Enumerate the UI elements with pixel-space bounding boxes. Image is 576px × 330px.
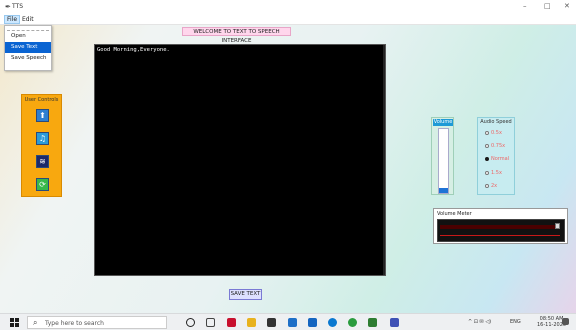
volume-fill [439,187,448,193]
upload-button[interactable]: ⬆ [36,109,49,122]
speed-option-2x[interactable]: 2x [485,181,497,190]
volume-title: Volume [433,119,453,126]
chrome-icon[interactable] [348,318,357,327]
volume-slider[interactable] [438,128,449,194]
tray-icons[interactable]: ^ ⊡ ✉ ◁) [468,319,491,325]
editor-text[interactable]: Good Morning,Everyone. [97,47,170,53]
file-explorer-icon[interactable] [247,318,256,327]
radio-icon[interactable] [485,143,489,148]
user-controls-title: User Controls [24,97,59,103]
refresh-icon: ⟳ [39,179,46,189]
volume-meter-title: Volume Meter [437,211,472,217]
menu-save-text[interactable]: Save Text [5,42,51,53]
maximize-button[interactable]: □ [544,2,551,10]
text-editor[interactable]: Good Morning,Everyone. [94,44,386,276]
volume-meter-track [440,235,560,236]
speak-icon: ♫ [38,133,47,143]
cortana-icon[interactable] [186,318,195,327]
menu-open[interactable]: Open [5,31,51,42]
speed-option-normal[interactable]: Normal [485,154,509,163]
user-controls-panel: User Controls ⬆ ♫ ≋ ⟳ [21,94,62,197]
photos-icon[interactable] [368,318,377,327]
window-title: TTS [12,3,24,10]
radio-icon[interactable] [485,156,489,161]
menu-file[interactable]: File [4,15,21,24]
app-window: ✒ TTS – □ ✕ File Edit Open Save Text Sav… [0,0,576,313]
search-placeholder: Type here to search [45,320,104,327]
refresh-button[interactable]: ⟳ [36,178,49,191]
volume-meter-level [440,225,560,229]
python-icon[interactable] [390,318,399,327]
minimize-button[interactable]: – [523,2,527,10]
title-bar: ✒ TTS – □ ✕ [0,0,576,14]
volume-panel: Volume [431,117,454,195]
speed-option-0-5x[interactable]: 0.5x [485,128,502,137]
menu-edit[interactable]: Edit [20,16,36,23]
radio-icon[interactable] [485,183,489,188]
volume-meter-handle[interactable] [555,223,560,229]
save-text-button[interactable]: SAVE TEXT [229,289,262,300]
volume-meter-panel: Volume Meter [433,208,568,244]
feather-icon: ✒ [5,3,11,11]
speak-button[interactable]: ♫ [36,132,49,145]
radio-icon[interactable] [485,170,489,175]
speed-option-1-5x[interactable]: 1.5x [485,168,502,177]
editor-scrollbar[interactable] [383,45,385,275]
windows-start-icon[interactable] [10,318,19,327]
upload-icon: ⬆ [39,110,46,120]
voice-button[interactable]: ≋ [36,155,49,168]
close-button[interactable]: ✕ [564,2,570,10]
notifications-icon[interactable] [562,318,569,325]
file-dropdown: Open Save Text Save Speech [4,25,52,71]
page-title: WELCOME TO TEXT TO SPEECH INTERFACE [182,27,291,44]
language-indicator[interactable]: ENG [510,319,521,325]
mail-icon[interactable] [288,318,297,327]
task-view-icon[interactable] [206,318,215,327]
volume-meter[interactable] [437,219,565,242]
voice-icon: ≋ [39,156,46,166]
search-icon: ⌕ [33,318,38,327]
audio-speed-title: Audio Speed [480,119,512,125]
office-icon[interactable] [227,318,236,327]
radio-icon[interactable] [485,130,489,135]
audio-speed-panel: Audio Speed 0.5x 0.75x Normal 1.5x 2x [477,117,515,195]
outlook-icon[interactable] [308,318,317,327]
taskbar-search[interactable]: ⌕ Type here to search [27,316,167,329]
speed-option-0-75x[interactable]: 0.75x [485,141,505,150]
edge-icon[interactable] [328,318,337,327]
taskbar: ⌕ Type here to search ^ ⊡ ✉ ◁) ENG 08:50… [0,313,576,330]
store-icon[interactable] [267,318,276,327]
menu-save-speech[interactable]: Save Speech [5,53,51,64]
menu-bar: File Edit [0,14,576,25]
